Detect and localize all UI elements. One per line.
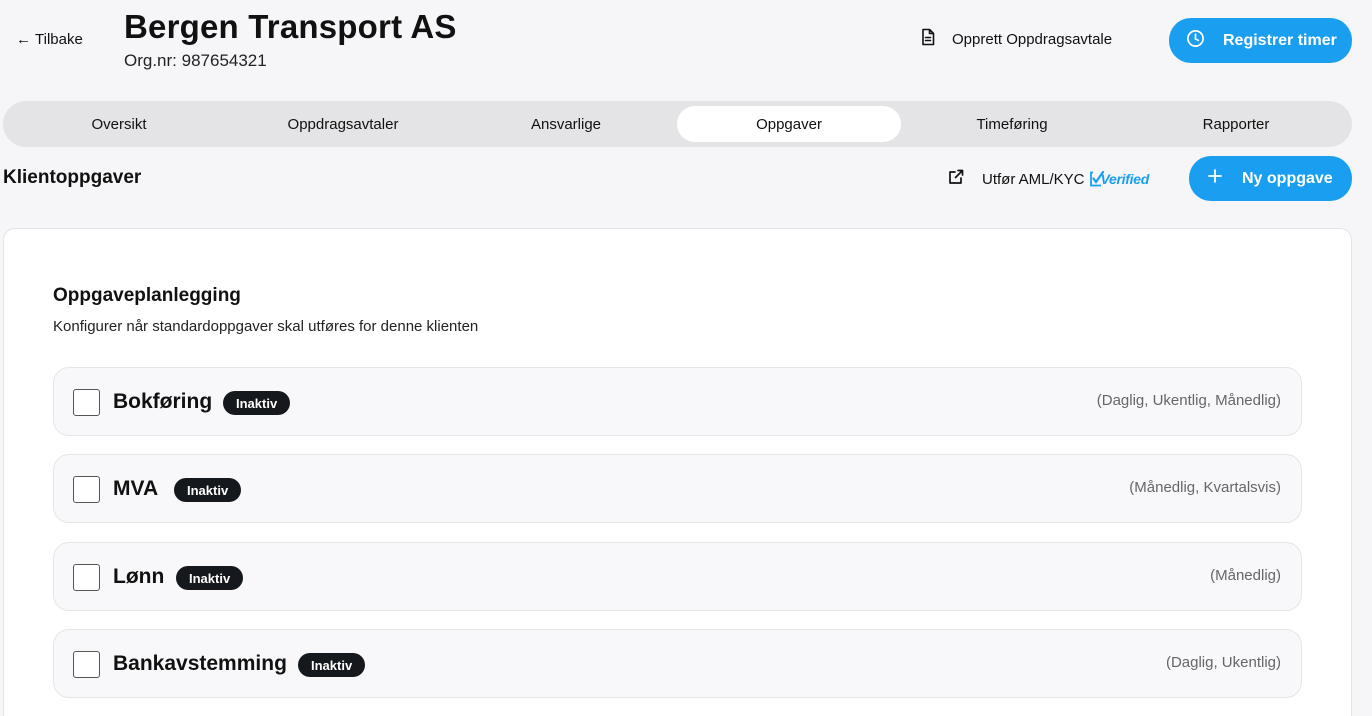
status-badge: Inaktiv	[298, 653, 366, 677]
card-description: Konfigurer når standardoppgaver skal utf…	[53, 318, 479, 335]
card-title: Oppgaveplanlegging	[53, 285, 241, 306]
section-title: Klientoppgaver	[3, 167, 142, 188]
task-name: Bokføring	[113, 390, 213, 413]
create-agreement-label: Opprett Oppdragsavtale	[952, 30, 1113, 48]
new-task-label: Ny oppgave	[1242, 169, 1333, 187]
arrow-left-icon: ←	[16, 31, 31, 48]
task-row-bankavstemming: Bankavstemming Inaktiv (Daglig, Ukentlig…	[53, 629, 1302, 698]
page-title: Bergen Transport AS	[124, 8, 457, 45]
clock-icon	[1186, 29, 1205, 53]
tab-rapporter[interactable]: Rapporter	[1124, 106, 1348, 142]
task-frequency: (Daglig, Ukentlig, Månedlig)	[1096, 392, 1281, 409]
create-agreement-button[interactable]: Opprett Oppdragsavtale	[920, 28, 1112, 50]
register-hours-button[interactable]: Registrer timer	[1169, 18, 1352, 63]
task-name: Bankavstemming	[113, 652, 287, 675]
task-planning-card: Oppgaveplanlegging Konfigurer når standa…	[3, 228, 1352, 716]
tab-ansvarlige[interactable]: Ansvarlige	[454, 106, 678, 142]
task-checkbox[interactable]	[73, 564, 100, 591]
tab-timeforing[interactable]: Timeføring	[900, 106, 1124, 142]
org-number: Org.nr: 987654321	[124, 51, 267, 70]
new-task-button[interactable]: Ny oppgave	[1189, 156, 1352, 201]
task-frequency: (Daglig, Ukentlig)	[1165, 654, 1281, 671]
back-link[interactable]: ← Tilbake	[16, 31, 83, 48]
task-row-bokforing: Bokføring Inaktiv (Daglig, Ukentlig, Mån…	[53, 367, 1302, 436]
tab-oppgaver[interactable]: Oppgaver	[677, 106, 901, 142]
tab-bar: Oversikt Oppdragsavtaler Ansvarlige Oppg…	[3, 101, 1352, 147]
task-frequency: (Månedlig)	[1210, 567, 1281, 584]
task-frequency: (Månedlig, Kvartalsvis)	[1129, 479, 1281, 496]
external-link-icon	[947, 168, 965, 190]
status-badge: Inaktiv	[174, 478, 242, 502]
task-row-lonn: Lønn Inaktiv (Månedlig)	[53, 542, 1302, 611]
verified-logo: Verified	[1089, 171, 1150, 187]
aml-kyc-label: Utfør AML/KYC	[982, 170, 1085, 188]
tab-oppdragsavtaler[interactable]: Oppdragsavtaler	[231, 106, 455, 142]
status-badge: Inaktiv	[176, 566, 244, 590]
client-page: ← Tilbake Bergen Transport AS Org.nr: 98…	[0, 0, 1372, 716]
tab-oversikt[interactable]: Oversikt	[7, 106, 231, 142]
back-label: Tilbake	[35, 31, 83, 48]
task-row-mva: MVA Inaktiv (Månedlig, Kvartalsvis)	[53, 454, 1302, 523]
verified-logo-text: Verified	[1100, 171, 1150, 187]
status-badge: Inaktiv	[223, 391, 291, 415]
task-name: MVA	[113, 477, 159, 500]
aml-kyc-label-group: Utfør AML/KYC Verified	[982, 171, 1149, 188]
task-checkbox[interactable]	[73, 389, 100, 416]
document-icon	[920, 28, 936, 50]
task-checkbox[interactable]	[73, 651, 100, 678]
register-hours-label: Registrer timer	[1223, 31, 1337, 49]
task-name: Lønn	[113, 565, 165, 588]
plus-icon	[1208, 169, 1222, 188]
task-checkbox[interactable]	[73, 476, 100, 503]
aml-kyc-link[interactable]: Utfør AML/KYC Verified	[947, 168, 1149, 190]
